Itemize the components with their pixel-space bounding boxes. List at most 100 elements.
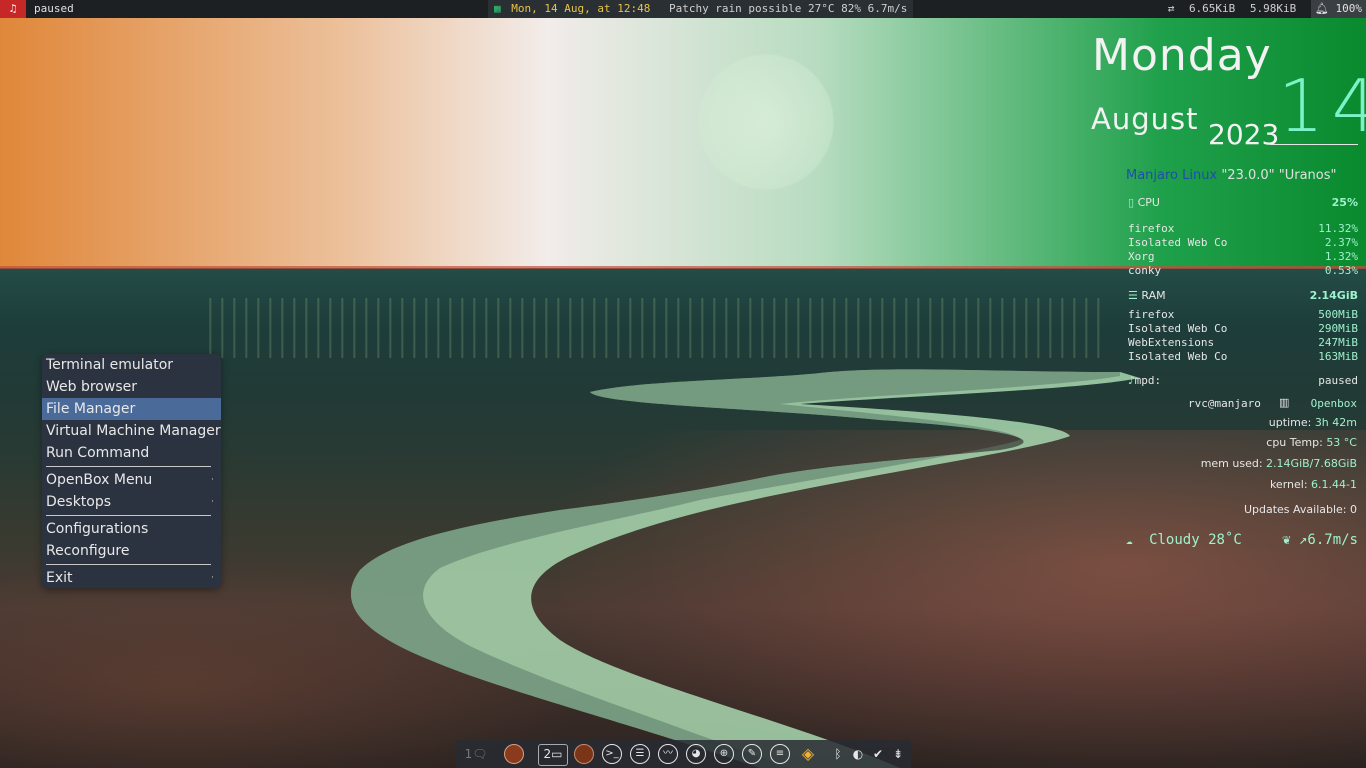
ram-process-row: Isolated Web Co 163MiB [1128,350,1358,364]
menu-item-virtual-machine-manager[interactable]: Virtual Machine Manager [42,420,221,442]
ram-header: ☰ RAM 2.14GiB [1128,289,1358,303]
ram-label: RAM [1141,289,1166,302]
layers-icon[interactable]: ◈ [798,744,818,764]
uptime-label: uptime: [1268,416,1312,429]
conky-weather: ☁ Cloudy 28˚C ❦ ↗6.7m/s [1126,532,1358,548]
mem-used-row: mem used: 2.14GiB/7.68GiB [1201,457,1357,470]
menu-item-file-manager[interactable]: File Manager [42,398,221,420]
bluetooth-icon[interactable]: ᛒ [828,744,848,764]
menu-item-reconfigure[interactable]: Reconfigure [42,540,221,562]
net-up-speed: 5.98KiB [1249,2,1297,15]
cpu-temp-row: cpu Temp: 53 °C [1266,436,1357,449]
kernel-row: kernel: 6.1.44-1 [1270,478,1357,491]
system-tray-right: ⇄ 6.65KiB 5.98KiB 🔔︎ 100% [1168,0,1366,18]
clock-datetime: Mon, 14 Aug, at 12:48 [511,2,651,15]
kernel-label: kernel: [1269,478,1308,491]
conky-distro: Manjaro Linux "23.0.0" "Uranos" [1126,168,1337,183]
cpu-process-row: conky 0.53% [1128,264,1358,278]
menu-item-desktops[interactable]: Desktops · [42,491,221,513]
storage-icon[interactable]: ≡ [770,744,790,764]
openbox-icon: ▥ [1279,396,1290,409]
cpu-temp-label: cpu Temp: [1266,436,1323,449]
workspace-2-button[interactable]: 2▭ [538,744,568,766]
conky-date-divider [1270,144,1358,145]
menu-item-label: Virtual Machine Manager [46,423,221,439]
updates-row: Updates Available: 0 [1244,503,1357,516]
window-manager: Openbox [1310,397,1357,410]
distro-name: Manjaro Linux [1126,168,1218,183]
submenu-arrow-icon: · [211,573,214,583]
ram-process-row: WebExtensions 247MiB [1128,336,1358,350]
ram-total: 2.14GiB [1309,289,1358,302]
menu-item-configurations[interactable]: Configurations [42,518,221,540]
clock-weather-widget[interactable]: ▦ Mon, 14 Aug, at 12:48 Patchy rain poss… [488,0,914,18]
uptime-value: 3h 42m [1314,416,1357,429]
menu-item-label: Run Command [46,445,150,461]
wind-speed: ↗6.7m/s [1298,532,1358,548]
process-value: 500MiB [1318,308,1358,321]
mpd-status-row: ♪mpd: paused [1128,374,1358,388]
mpd-status: paused [1318,374,1358,387]
bell-icon: 🔔︎ [1314,2,1329,15]
chat-icon: 🗨︎ [472,747,488,761]
network-icon: ⇄ [1167,2,1175,15]
menu-item-web-browser[interactable]: Web browser [42,376,221,398]
volume-level: 100% [1335,2,1363,15]
conky-month: August [1091,102,1199,136]
process-name: WebExtensions [1128,336,1215,349]
globe-icon[interactable]: ⊕ [714,744,734,764]
menu-item-label: Terminal emulator [46,357,174,373]
uptime-row: uptime: 3h 42m [1269,416,1357,429]
volume-widget[interactable]: 🔔︎ 100% [1310,0,1366,18]
process-name: Xorg [1128,250,1155,263]
settings-icon[interactable]: ⇟ [888,744,908,764]
process-value: 163MiB [1318,350,1358,363]
menu-item-run-command[interactable]: Run Command [42,442,221,464]
cloud-icon: ☁ [1126,534,1133,547]
menu-item-label: File Manager [46,401,136,417]
ram-icon: ☰ [1128,289,1138,302]
submenu-arrow-icon: · [211,497,214,507]
distro-version: "23.0.0" "Uranos" [1221,168,1337,183]
process-value: 1.32% [1324,250,1358,263]
process-name: Isolated Web Co [1128,236,1228,249]
updates-value: 0 [1350,503,1357,516]
openbox-root-menu: Terminal emulator Web browser File Manag… [42,354,221,588]
file-manager-icon[interactable]: ☰ [630,744,650,764]
menu-item-label: Exit [46,570,73,586]
menu-item-openbox-menu[interactable]: OpenBox Menu · [42,469,221,491]
menu-item-label: Desktops [46,494,112,510]
process-name: conky [1128,264,1162,277]
mem-used-value: 2.14GiB/7.68GiB [1266,457,1357,470]
weather-summary: Patchy rain possible 27°C 82% 6.7m/s [668,2,908,15]
menu-separator [46,515,211,516]
vm-manager-icon[interactable]: 〰 [658,744,678,764]
music-player-icon[interactable]: ♫ [0,0,26,18]
mpd-label: mpd: [1134,374,1162,387]
menu-item-exit[interactable]: Exit · [42,567,221,589]
bottom-dock: 1🗨︎ 2▭ >_ ☰ 〰 ◕ ⊕ ✎ ≡ ◈ ᛒ ◐ ✔ ⇟ [456,740,911,768]
cpu-process-row: Xorg 1.32% [1128,250,1358,264]
process-value: 0.53% [1324,264,1358,277]
cpu-process-row: firefox 11.32% [1128,222,1358,236]
net-down-speed: 6.65KiB [1188,2,1236,15]
user-host: rvc@manjaro [1188,397,1261,410]
weather-condition: Cloudy 28˚C [1149,532,1242,548]
cpu-temp-value: 53 °C [1326,436,1357,449]
gimp-icon[interactable]: ◕ [686,744,706,764]
firefox-window-icon[interactable] [574,744,594,764]
process-value: 11.32% [1318,222,1358,235]
kernel-value: 6.1.44-1 [1311,478,1357,491]
terminal-icon[interactable]: >_ [602,744,622,764]
workspace-1-button[interactable]: 1🗨︎ [462,744,490,764]
ram-process-row: Isolated Web Co 290MiB [1128,322,1358,336]
pen-icon[interactable]: ✎ [742,744,762,764]
menu-separator [46,466,211,467]
checkmark-icon[interactable]: ✔ [868,744,888,764]
menu-item-label: Web browser [46,379,137,395]
contrast-icon[interactable]: ◐ [848,744,868,764]
menu-item-terminal[interactable]: Terminal emulator [42,354,221,376]
process-name: Isolated Web Co [1128,322,1228,335]
ram-process-row: firefox 500MiB [1128,308,1358,322]
firefox-icon[interactable] [504,744,524,764]
